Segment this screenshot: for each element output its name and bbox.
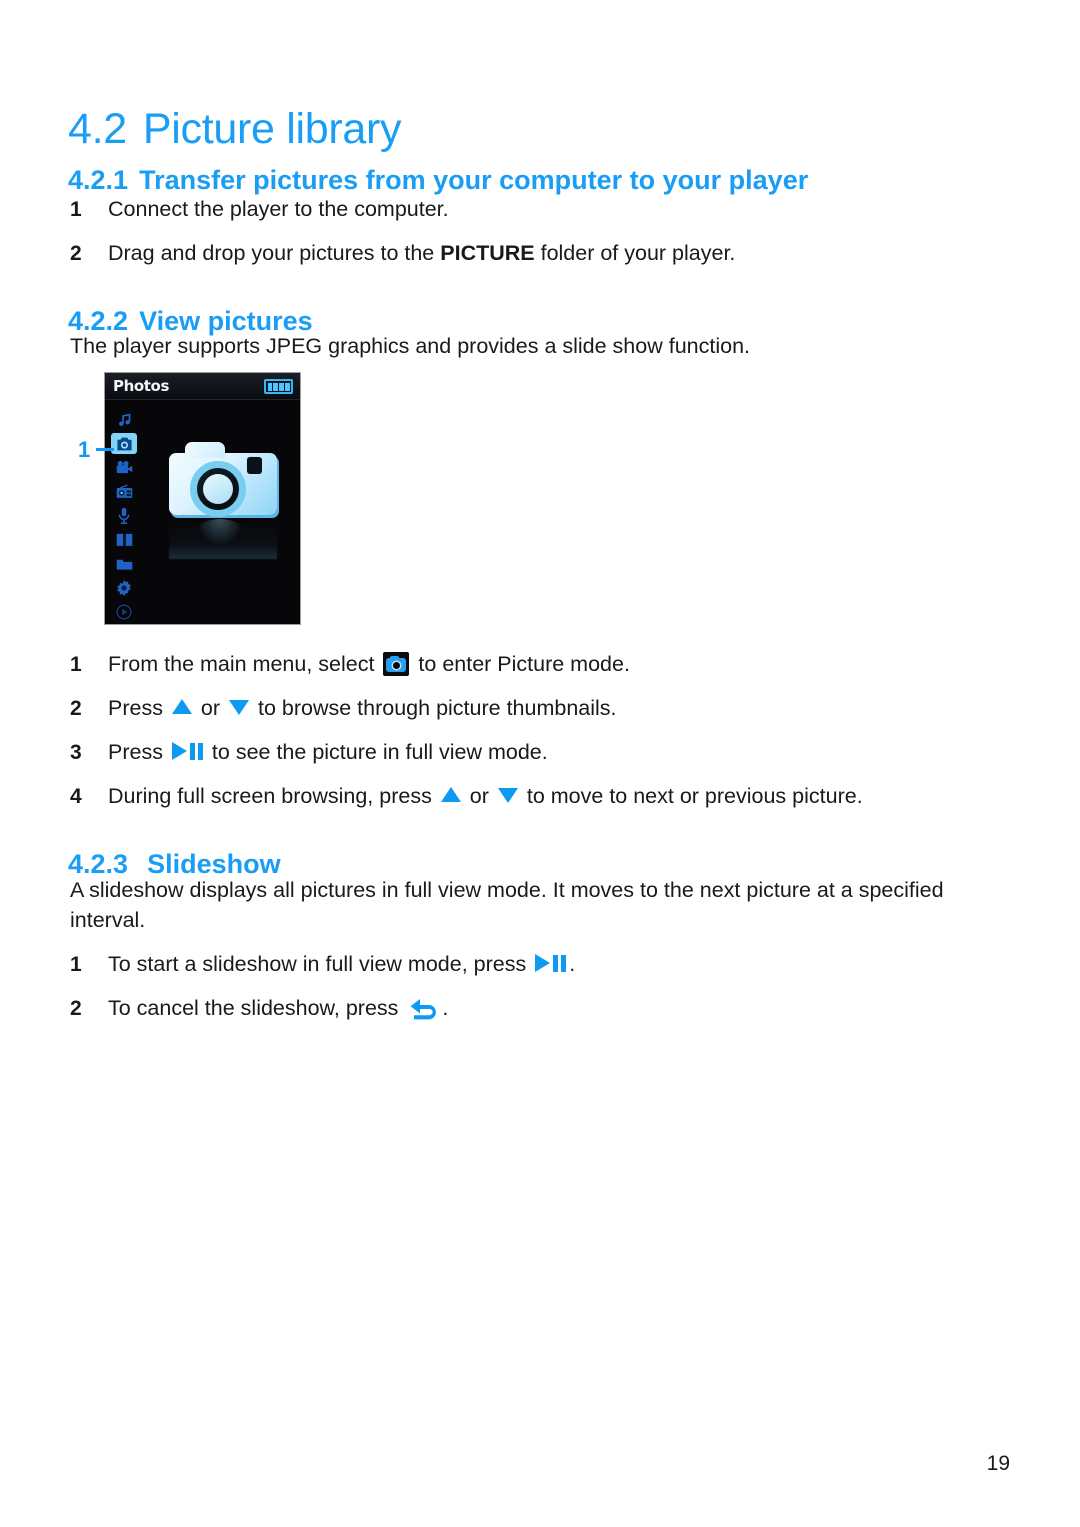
battery-full-icon bbox=[264, 379, 293, 394]
step-index: 2 bbox=[70, 997, 82, 1020]
camera-3d-icon bbox=[163, 435, 289, 560]
step-text-after: to browse through picture thumbnails. bbox=[252, 696, 617, 720]
step-text-after: to move to next or previous picture. bbox=[520, 784, 863, 808]
step-text-before: From the main menu, select bbox=[108, 652, 381, 676]
step-text-before: To start a slideshow in full view mode, … bbox=[108, 952, 533, 976]
list-item: 4 During full screen browsing, press or t… bbox=[70, 782, 863, 811]
list-item: 1 Connect the player to the computer. bbox=[70, 195, 449, 224]
radio-icon[interactable] bbox=[111, 481, 137, 502]
page-number: 19 bbox=[986, 1452, 1010, 1475]
device-screen-title: Photos bbox=[113, 377, 169, 395]
gear-icon[interactable] bbox=[111, 577, 137, 598]
list-item: 2 To cancel the slideshow, press . bbox=[70, 994, 448, 1023]
camera-icon bbox=[383, 652, 410, 676]
microphone-icon[interactable] bbox=[111, 505, 137, 526]
step-text-before: Press bbox=[108, 740, 169, 764]
camera-icon[interactable] bbox=[111, 433, 137, 454]
step-index: 1 bbox=[70, 953, 82, 976]
book-icon[interactable] bbox=[111, 529, 137, 550]
step-text-after: to see the picture in full view mode. bbox=[205, 740, 548, 764]
list-item: 2 Press or to browse through picture thum… bbox=[70, 694, 617, 723]
step-text: Connect the player to the computer. bbox=[108, 197, 449, 221]
callout-leader-line bbox=[96, 448, 114, 451]
subsection-title-421: Transfer pictures from your computer to … bbox=[139, 165, 809, 196]
manual-page: 4.2 Picture library 4.2.1 Transfer picture… bbox=[0, 0, 1080, 1527]
section-number: 4.2 bbox=[68, 104, 127, 153]
step-text-before: During full screen browsing, press bbox=[108, 784, 438, 808]
play-pause-icon bbox=[535, 954, 567, 973]
step-index: 2 bbox=[70, 697, 82, 720]
folder-name-emphasis: PICTURE bbox=[440, 241, 535, 265]
section-title: Picture library bbox=[142, 104, 402, 153]
step-text-mid: or bbox=[194, 696, 227, 720]
step-text-mid: or bbox=[463, 784, 495, 808]
page-title: 4.2 Picture library bbox=[68, 104, 402, 154]
step-text-after: folder of your player. bbox=[534, 241, 736, 265]
step-text-before: Press bbox=[108, 696, 169, 720]
slideshow-intro: A slideshow displays all pictures in ful… bbox=[70, 878, 944, 932]
step-text-after: . bbox=[442, 996, 449, 1020]
step-index: 1 bbox=[70, 198, 82, 221]
callout-label-1: 1 bbox=[78, 437, 91, 462]
heading-transfer-pictures: 4.2.1 Transfer pictures from your compute… bbox=[68, 165, 808, 196]
step-index: 4 bbox=[70, 785, 82, 808]
view-pictures-intro: The player supports JPEG graphics and pr… bbox=[70, 334, 751, 358]
video-camera-icon[interactable] bbox=[111, 457, 137, 478]
step-index: 2 bbox=[70, 242, 82, 265]
triangle-up-icon bbox=[171, 699, 192, 714]
triangle-up-icon bbox=[440, 787, 461, 802]
list-item: 1 To start a slideshow in full view mode,… bbox=[70, 950, 575, 979]
triangle-down-icon bbox=[497, 788, 518, 803]
list-item: 2 Drag and drop your pictures to the PICT… bbox=[70, 239, 735, 268]
step-text-after: to enter Picture mode. bbox=[412, 652, 630, 676]
device-screenshot: Photos bbox=[104, 372, 301, 625]
step-text-before: To cancel the slideshow, press bbox=[108, 996, 405, 1020]
list-item: 1 From the main menu, select to enter Pic… bbox=[70, 650, 630, 679]
step-index: 3 bbox=[70, 741, 82, 764]
play-circle-icon[interactable] bbox=[111, 601, 137, 622]
subsection-number-421: 4.2.1 bbox=[68, 165, 129, 196]
device-menu-sidebar bbox=[111, 409, 137, 622]
step-index: 1 bbox=[70, 653, 82, 676]
back-arrow-icon bbox=[408, 998, 438, 1020]
triangle-down-icon bbox=[229, 700, 250, 715]
play-pause-icon bbox=[171, 742, 203, 761]
step-text-after: . bbox=[569, 952, 576, 976]
list-item: 3 Press to see the picture in full view m… bbox=[70, 738, 548, 767]
music-note-icon[interactable] bbox=[111, 409, 137, 430]
step-text-before: Drag and drop your pictures to the bbox=[108, 241, 441, 265]
folder-icon[interactable] bbox=[111, 553, 137, 574]
